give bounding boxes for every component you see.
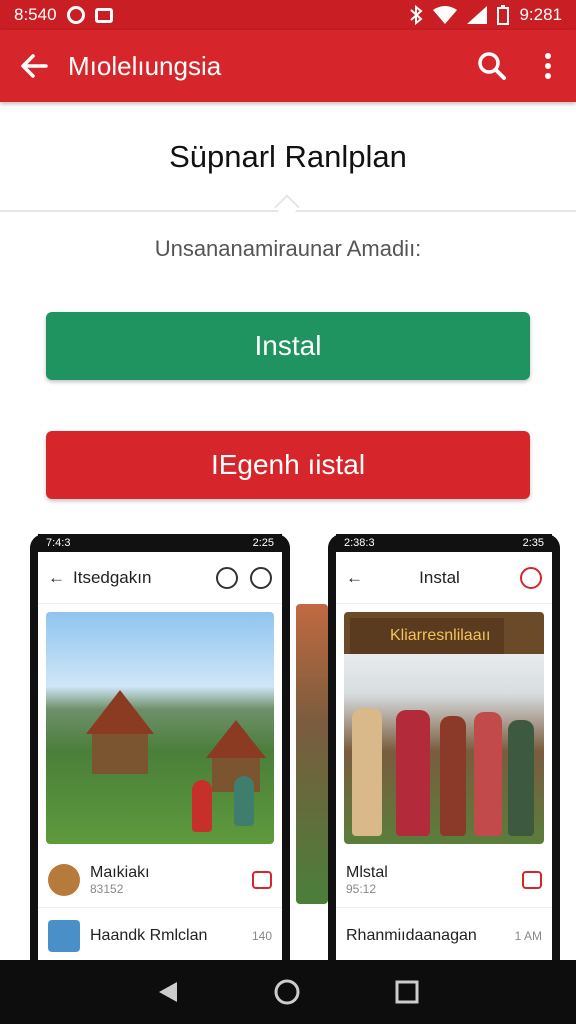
mini-info-icon <box>250 566 272 589</box>
status-time: 8:540 <box>14 5 57 24</box>
back-arrow-icon <box>21 54 48 78</box>
app-bar: Mıolelıungsia <box>0 30 576 102</box>
list-item-title: Haandk Rmlclan <box>90 926 208 944</box>
overflow-menu-button[interactable] <box>520 30 576 102</box>
screenshot-2[interactable]: 2:38:3 2:35 ← Instal Kliarresnlilaaıı Ml… <box>328 534 560 960</box>
screenshot-peek <box>296 604 328 904</box>
screenshot-carousel[interactable]: 7:4:3 2:25 ← Itsedgakın Maıkiakı 83152 H… <box>0 534 576 960</box>
list-item-meta: 140 <box>251 928 272 943</box>
message-icon <box>94 7 113 23</box>
avatar <box>48 919 80 952</box>
mini-back-icon: ← <box>48 567 65 587</box>
list-item-meta: 95:12 <box>346 881 377 896</box>
mini-title: Instal <box>419 567 460 587</box>
list-item-meta: 83152 <box>90 881 124 896</box>
search-icon <box>478 52 506 80</box>
mini-status-bar: 7:4:3 2:25 <box>38 534 282 552</box>
uninstall-button[interactable]: IEgenh ıistal <box>46 431 530 499</box>
mini-status-bar: 2:38:3 2:35 <box>336 534 552 552</box>
app-subtitle: Unsananamiraunar Amadiı: <box>154 236 422 261</box>
mini-title: Itsedgakın <box>73 567 152 587</box>
village-photo <box>46 612 274 844</box>
list-item-title: Mlstal <box>346 863 388 881</box>
mini-app-bar: ← Instal <box>336 552 552 604</box>
list-item[interactable]: Mlstal 95:12 <box>336 852 552 908</box>
more-vert-icon <box>545 53 551 79</box>
list-item[interactable]: Maıkiakı 83152 <box>38 852 282 908</box>
list-item-title: Maıkiakı <box>90 863 150 881</box>
install-button[interactable]: Instal <box>46 312 530 380</box>
list-item[interactable]: Rhanmiıdaanagan 1 AM <box>336 908 552 960</box>
back-button[interactable] <box>0 30 68 102</box>
search-button[interactable] <box>464 30 520 102</box>
app-name-heading: Süpnarl Ranlplan <box>169 139 407 174</box>
market-photo: Kliarresnlilaaıı <box>344 612 544 844</box>
mini-back-icon: ← <box>346 567 363 587</box>
mini-app-bar: ← Itsedgakın <box>38 552 282 604</box>
list-item-title: Rhanmiıdaanagan <box>346 926 477 944</box>
nav-recents-icon[interactable] <box>395 980 419 1004</box>
status-bar: 8:540 9:281 <box>0 0 576 30</box>
share-icon[interactable] <box>522 870 542 889</box>
battery-icon <box>497 5 510 25</box>
nav-home-icon[interactable] <box>273 978 301 1006</box>
signal-icon <box>467 6 488 24</box>
mini-notification-icon <box>520 566 542 589</box>
photo-sign: Kliarresnlilaaıı <box>350 618 504 654</box>
share-icon[interactable] <box>252 870 272 889</box>
avatar <box>48 863 80 896</box>
app-title: Mıolelıungsia <box>68 50 222 81</box>
notification-icon <box>66 6 85 24</box>
mini-refresh-icon <box>216 566 238 589</box>
status-time-right: 9:281 <box>519 5 562 24</box>
nav-back-icon[interactable] <box>157 980 179 1004</box>
wifi-icon <box>433 6 458 24</box>
list-item[interactable]: Haandk Rmlclan 140 <box>38 908 282 960</box>
system-nav-bar <box>0 960 576 1024</box>
screenshot-1[interactable]: 7:4:3 2:25 ← Itsedgakın Maıkiakı 83152 H… <box>30 534 290 960</box>
list-item-meta: 1 AM <box>514 928 542 943</box>
bluetooth-icon <box>410 5 423 25</box>
